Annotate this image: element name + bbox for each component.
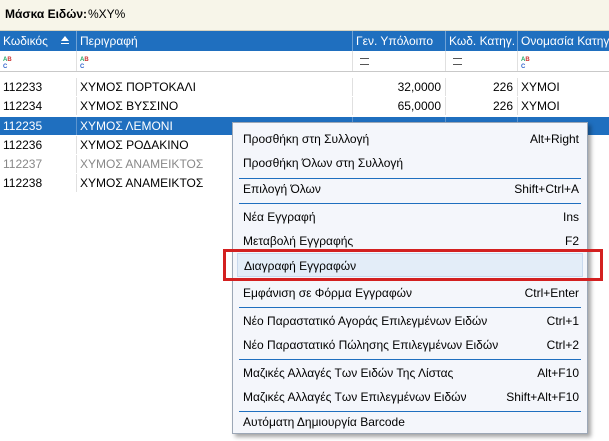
column-header-label: Περιγραφή [80, 34, 138, 48]
menu-item-label: Μαζικές Αλλαγές Των Επιλεγμένων Ειδών [243, 390, 467, 404]
menu-item-select-all[interactable]: Επιλογή Όλων Shift+Ctrl+A [237, 177, 583, 201]
menu-item-label: Νέο Παραστατικό Αγοράς Επιλεγμένων Ειδών [243, 314, 488, 328]
abc-filter-icon: AB C [521, 57, 530, 70]
grid-header: Κωδικός Περιγραφή Γεν. Υπόλοιπο Κωδ. Κατ… [0, 31, 609, 51]
column-header-category-code[interactable]: Κωδ. Κατηγ. [446, 31, 518, 51]
menu-item-shortcut: Ctrl+1 [546, 314, 579, 328]
menu-item-label: Νέο Παραστατικό Πώλησης Επιλεγμένων Ειδώ… [243, 338, 499, 352]
balance-cell: 32,0000 [353, 78, 446, 96]
column-header-label: Ονομασία Κατηγ [521, 34, 609, 48]
description-cell: ΧΥΜΟΣ ΠΟΡΤΟΚΑΛΙ [77, 78, 353, 96]
code-cell: 112233 [0, 78, 77, 96]
highlight-annotation-box [223, 249, 603, 281]
menu-item-label: Εμφάνιση σε Φόρμα Εγγραφών [243, 286, 412, 300]
menu-separator [239, 359, 581, 360]
menu-item-shortcut: Alt+Right [529, 132, 579, 146]
table-row[interactable]: 112233 ΧΥΜΟΣ ΠΟΡΤΟΚΑΛΙ 32,0000 226 ΧΥΜΟΙ [0, 78, 609, 96]
menu-item-add-all-to-collection[interactable]: Προσθήκη Όλων στη Συλλογή [237, 151, 583, 175]
menu-item-shortcut: Ctrl+Enter [524, 286, 579, 300]
code-cell: 112237 [0, 155, 77, 173]
filter-cell-category-name[interactable]: AB C [518, 51, 609, 71]
code-cell: 112235 [0, 117, 77, 135]
table-row[interactable]: 112234 ΧΥΜΟΣ ΒΥΣΣΙΝΟ 65,0000 226 ΧΥΜΟΙ [0, 97, 609, 115]
menu-item-shortcut: Shift+Alt+F10 [506, 390, 579, 404]
category-name-cell: ΧΥΜΟΙ [521, 80, 560, 94]
balance-cell: 65,0000 [353, 97, 446, 115]
menu-item-show-in-form[interactable]: Εμφάνιση σε Φόρμα Εγγραφών Ctrl+Enter [237, 281, 583, 305]
category-code-cell: 226 [446, 78, 518, 96]
code-cell: 112234 [0, 97, 77, 115]
menu-item-shortcut: Alt+F10 [537, 366, 579, 380]
menu-item-bulk-change-list-items[interactable]: Μαζικές Αλλαγές Των Ειδών Της Λίστας Alt… [237, 361, 583, 385]
column-header-label: Γεν. Υπόλοιπο [356, 34, 434, 48]
mask-label: Μάσκα Ειδών: [5, 7, 88, 21]
menu-item-bulk-change-selected-items[interactable]: Μαζικές Αλλαγές Των Επιλεγμένων Ειδών Sh… [237, 385, 583, 409]
menu-item-add-to-collection[interactable]: Προσθήκη στη Συλλογή Alt+Right [237, 127, 583, 151]
filter-cell-category-code[interactable] [446, 51, 518, 71]
menu-item-label: Νέα Εγγραφή [243, 210, 316, 224]
equals-filter-icon [453, 58, 462, 65]
abc-filter-icon: AB C [80, 57, 89, 70]
filter-row: AB C AB C AB C [0, 51, 609, 72]
code-cell: 112238 [0, 174, 77, 192]
category-name-cell: ΧΥΜΟΙ [521, 99, 560, 113]
filter-cell-description[interactable]: AB C [77, 51, 353, 71]
equals-filter-icon [360, 58, 369, 65]
menu-item-label: Προσθήκη Όλων στη Συλλογή [243, 156, 404, 170]
filter-cell-balance[interactable] [353, 51, 446, 71]
column-header-code[interactable]: Κωδικός [0, 31, 77, 51]
menu-item-shortcut: Ctrl+2 [546, 338, 579, 352]
column-header-description[interactable]: Περιγραφή [77, 31, 353, 51]
sort-ascending-icon [61, 36, 69, 44]
mask-value[interactable]: %ΧΥ% [88, 7, 125, 21]
menu-item-auto-create-barcode[interactable]: Αυτόματη Δημιουργία Barcode [237, 410, 583, 434]
description-cell: ΧΥΜΟΣ ΒΥΣΣΙΝΟ [77, 97, 353, 115]
menu-item-new-record[interactable]: Νέα Εγγραφή Ins [237, 205, 583, 229]
column-header-label: Κωδ. Κατηγ. [449, 34, 516, 48]
menu-item-label: Προσθήκη στη Συλλογή [243, 132, 370, 146]
menu-item-shortcut: Ins [562, 210, 579, 224]
filter-cell-code[interactable]: AB C [0, 51, 77, 71]
column-header-category-name[interactable]: Ονομασία Κατηγ [518, 31, 609, 51]
code-cell: 112236 [0, 136, 77, 154]
category-code-cell: 226 [446, 97, 518, 115]
menu-item-new-purchase-document[interactable]: Νέο Παραστατικό Αγοράς Επιλεγμένων Ειδών… [237, 309, 583, 333]
menu-item-label: Μαζικές Αλλαγές Των Ειδών Της Λίστας [243, 366, 454, 380]
menu-item-label: Αυτόματη Δημιουργία Barcode [243, 415, 405, 429]
menu-item-new-sales-document[interactable]: Νέο Παραστατικό Πώλησης Επιλεγμένων Ειδώ… [237, 333, 583, 357]
menu-separator [239, 203, 581, 204]
menu-item-shortcut: Shift+Ctrl+A [514, 182, 579, 196]
menu-item-label: Επιλογή Όλων [243, 182, 321, 196]
mask-bar: Μάσκα Ειδών: %ΧΥ% [0, 0, 609, 31]
abc-filter-icon: AB C [3, 57, 12, 70]
menu-separator [239, 307, 581, 308]
column-header-label: Κωδικός [3, 34, 48, 48]
column-header-balance[interactable]: Γεν. Υπόλοιπο [353, 31, 446, 51]
